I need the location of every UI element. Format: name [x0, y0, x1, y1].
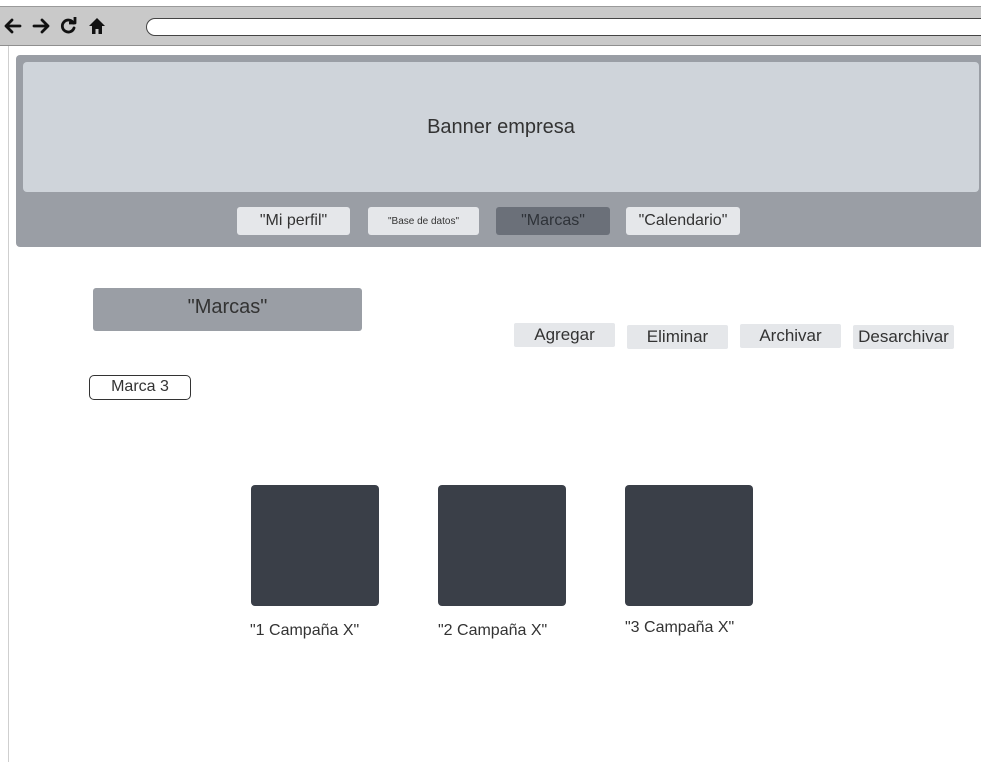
- campaign-thumbnail[interactable]: [438, 485, 566, 606]
- site-header: Banner empresa "Mi perfil" "Base de dato…: [16, 55, 981, 247]
- banner-text: Banner empresa: [427, 115, 575, 138]
- delete-button[interactable]: Eliminar: [627, 325, 728, 349]
- url-bar[interactable]: [146, 18, 981, 36]
- browser-toolbar: [0, 6, 981, 46]
- arrow-right-icon[interactable]: [30, 15, 52, 37]
- page-border: [8, 46, 9, 762]
- unarchive-button[interactable]: Desarchivar: [853, 325, 954, 349]
- campaign-label: "1 Campaña X": [250, 622, 360, 639]
- campaign-thumbnail[interactable]: [251, 485, 379, 606]
- company-banner: Banner empresa: [23, 62, 979, 192]
- add-button[interactable]: Agregar: [514, 323, 615, 347]
- campaign-thumbnail[interactable]: [625, 485, 753, 606]
- nav-calendario[interactable]: "Calendario": [626, 207, 740, 235]
- nav-mi-perfil[interactable]: "Mi perfil": [237, 207, 350, 235]
- page-title: "Marcas": [93, 288, 362, 331]
- home-icon[interactable]: [86, 15, 108, 37]
- reload-icon[interactable]: [57, 15, 79, 37]
- brand-selector[interactable]: Marca 3: [89, 375, 191, 400]
- campaign-label: "2 Campaña X": [438, 622, 548, 639]
- arrow-left-icon[interactable]: [2, 15, 24, 37]
- nav-marcas[interactable]: "Marcas": [496, 207, 610, 235]
- nav-base-de-datos[interactable]: "Base de datos": [368, 207, 479, 235]
- campaign-label: "3 Campaña X": [625, 619, 735, 636]
- archive-button[interactable]: Archivar: [740, 324, 841, 348]
